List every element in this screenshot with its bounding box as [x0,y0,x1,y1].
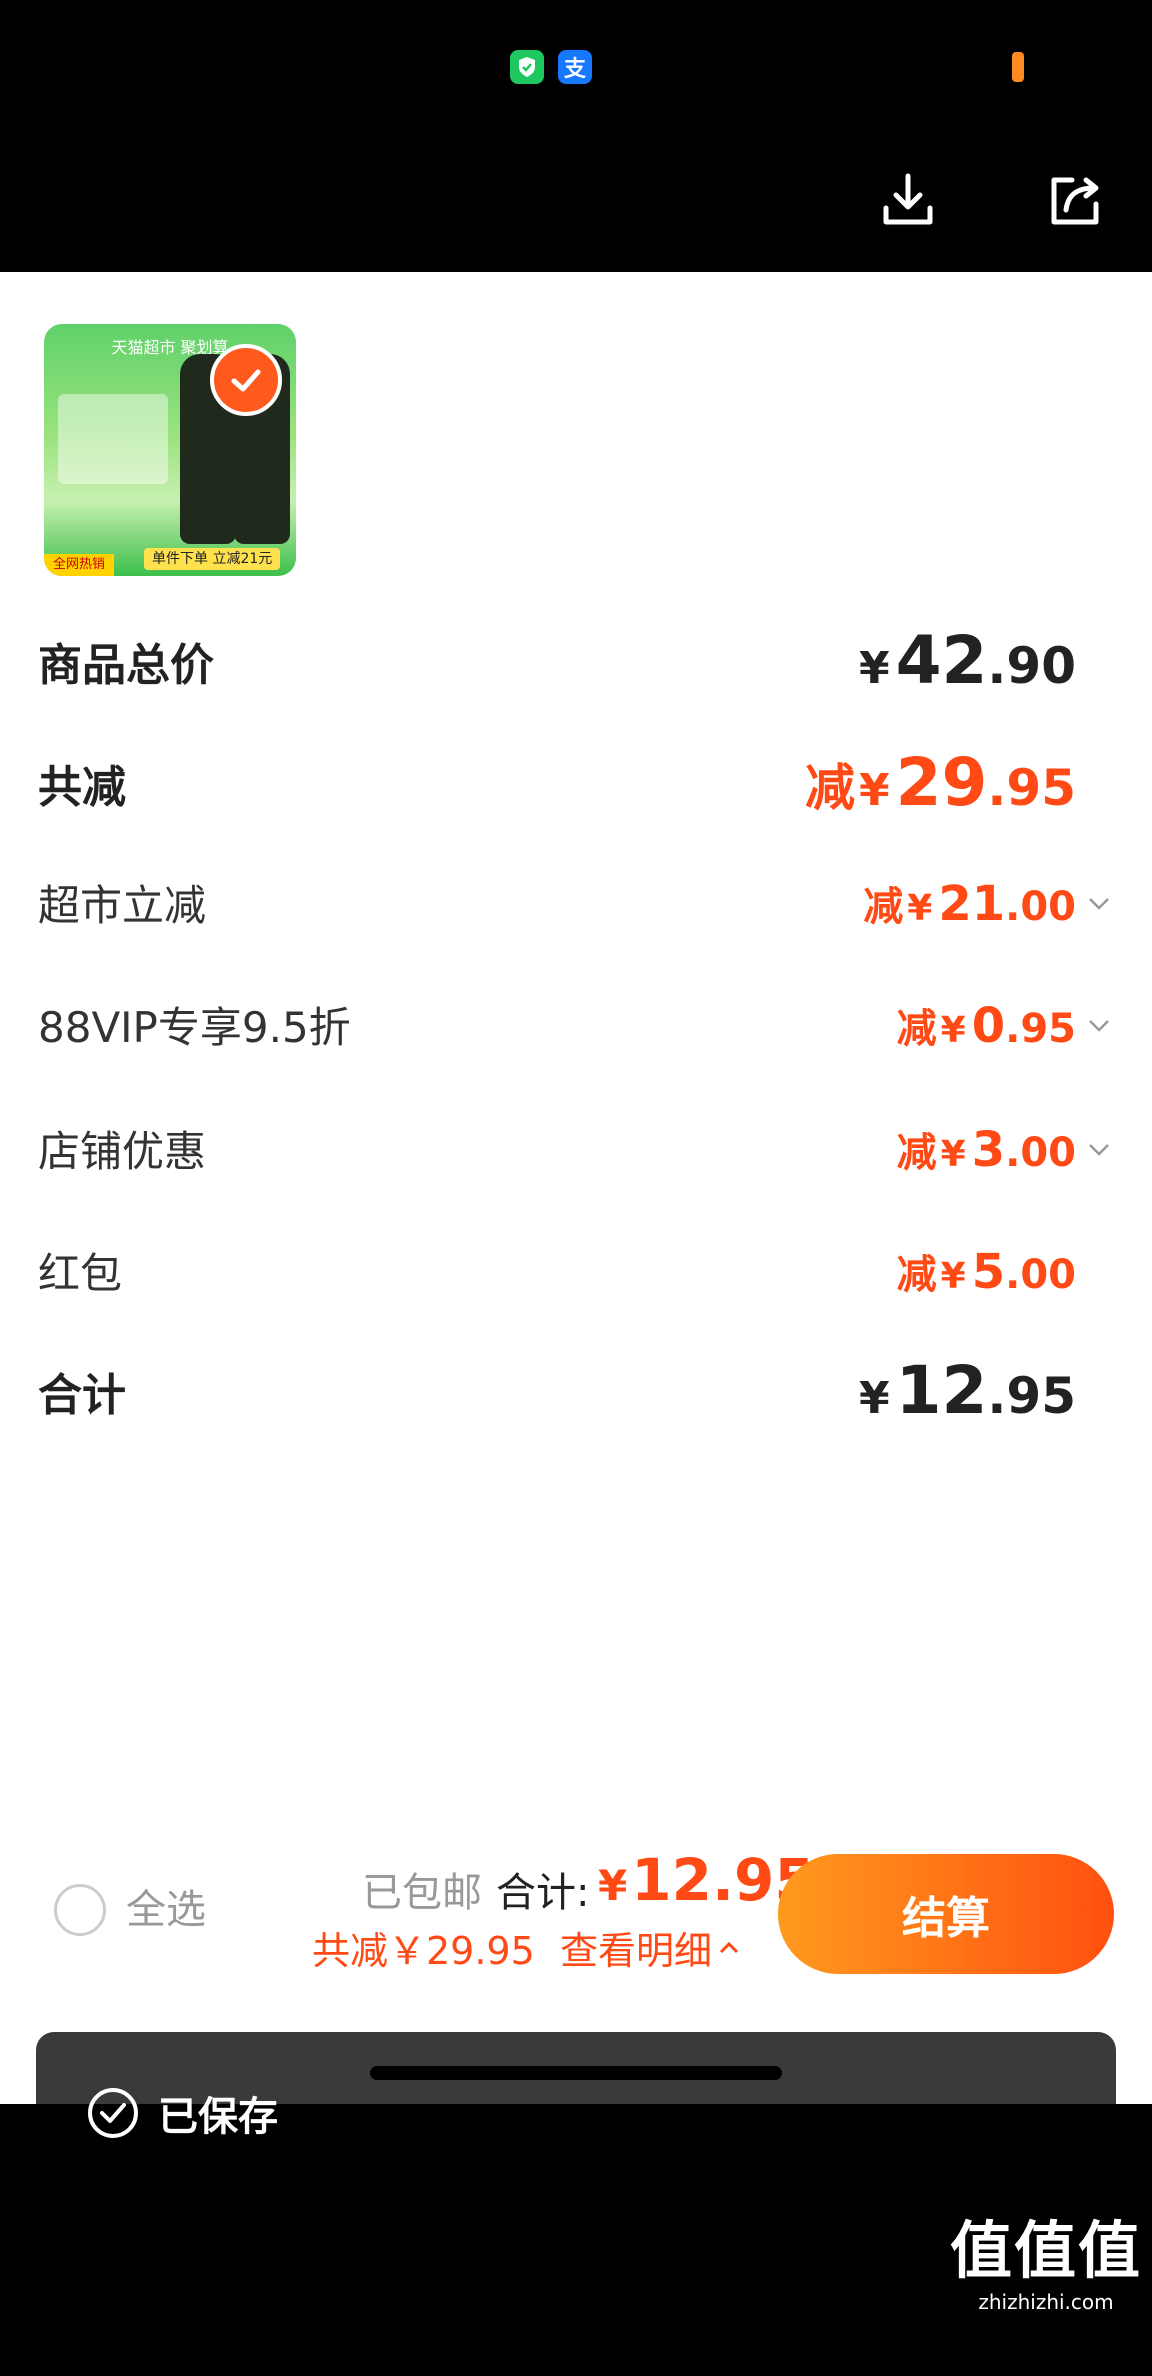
discount-item-label: 店铺优惠 [38,1127,207,1176]
discount-item-label: 超市立减 [38,881,207,930]
discount-item-amount: 减 ¥21.00 [863,875,1076,932]
bar-total-label: 合计: [496,1870,590,1916]
select-all-label[interactable]: 全选 [126,1884,206,1936]
grand-total-row: 合计 ¥ 12 .95 [38,1352,1114,1429]
discount-item-row: 红包 减 ¥5.00 [38,1240,1114,1301]
product-badge-hot: 全网热销 [44,554,114,576]
saved-toast: 已保存 [86,2084,278,2142]
discount-item-row[interactable]: 超市立减 减 ¥21.00 [38,872,1114,933]
check-circle-icon [88,2088,138,2138]
chevron-up-icon [719,1941,739,1953]
discount-item-amount: 减 ¥3.00 [896,1121,1076,1178]
chevron-down-icon[interactable] [1084,1134,1114,1164]
discount-item-amount: 减 ¥0.95 [896,997,1076,1054]
share-icon[interactable] [1046,170,1106,230]
watermark-logo: 值值值 [949,2214,1142,2287]
view-details-link[interactable]: 查看明细 [560,1920,742,1975]
selected-check-icon[interactable] [210,344,282,416]
discount-item-label: 红包 [38,1249,123,1298]
watermark-url: zhizhizhi.com [978,2290,1114,2314]
alipay-icon: 支 [558,50,592,84]
select-all-radio[interactable] [54,1884,106,1936]
checkout-button[interactable]: 结算 [778,1854,1114,1974]
discount-item-label: 88VIP专享9.5折 [38,1003,351,1052]
saved-toast-text: 已保存 [158,2094,278,2140]
discount-item-amount: 减 ¥5.00 [896,1243,1076,1300]
free-shipping-label: 已包邮 [362,1870,482,1916]
total-discount-label: 共减 [38,761,126,813]
download-icon[interactable] [878,170,938,230]
order-summary-sheet: 天猫超市 聚划算 全网热销 单件下单 立减21元 商品总价 ¥ 42 .90 共… [0,272,1152,2104]
goods-total-label: 商品总价 [38,639,214,691]
checkout-bar: 全选 已包邮 合计: ¥12.95 共减￥29.95 查看明细 结算 [0,1820,1152,2000]
watermark: 值值值 zhizhizhi.com [950,2200,1142,2314]
total-discount-amount: 减 ¥ 29 .95 [804,744,1076,821]
battery-icon [1012,52,1024,82]
product-banner [58,394,168,484]
goods-total-amount: ¥ 42 .90 [858,622,1076,699]
discount-item-row[interactable]: 88VIP专享9.5折 减 ¥0.95 [38,994,1114,1055]
total-discount-row: 共减 减 ¥ 29 .95 [38,744,1114,821]
chevron-down-icon[interactable] [1084,888,1114,918]
home-indicator[interactable] [370,2066,782,2080]
discount-item-row[interactable]: 店铺优惠 减 ¥3.00 [38,1118,1114,1179]
status-icons: 支 [510,50,592,84]
product-badge-discount: 单件下单 立减21元 [144,548,281,570]
chevron-down-icon[interactable] [1084,1010,1114,1040]
top-bar: 支 [0,0,1152,272]
bar-saved-amount: 共减￥29.95 [312,1929,535,1973]
shield-icon [510,50,544,84]
grand-total-label: 合计 [38,1369,126,1421]
goods-total-row: 商品总价 ¥ 42 .90 [38,622,1114,699]
grand-total-amount: ¥ 12 .95 [858,1352,1076,1429]
